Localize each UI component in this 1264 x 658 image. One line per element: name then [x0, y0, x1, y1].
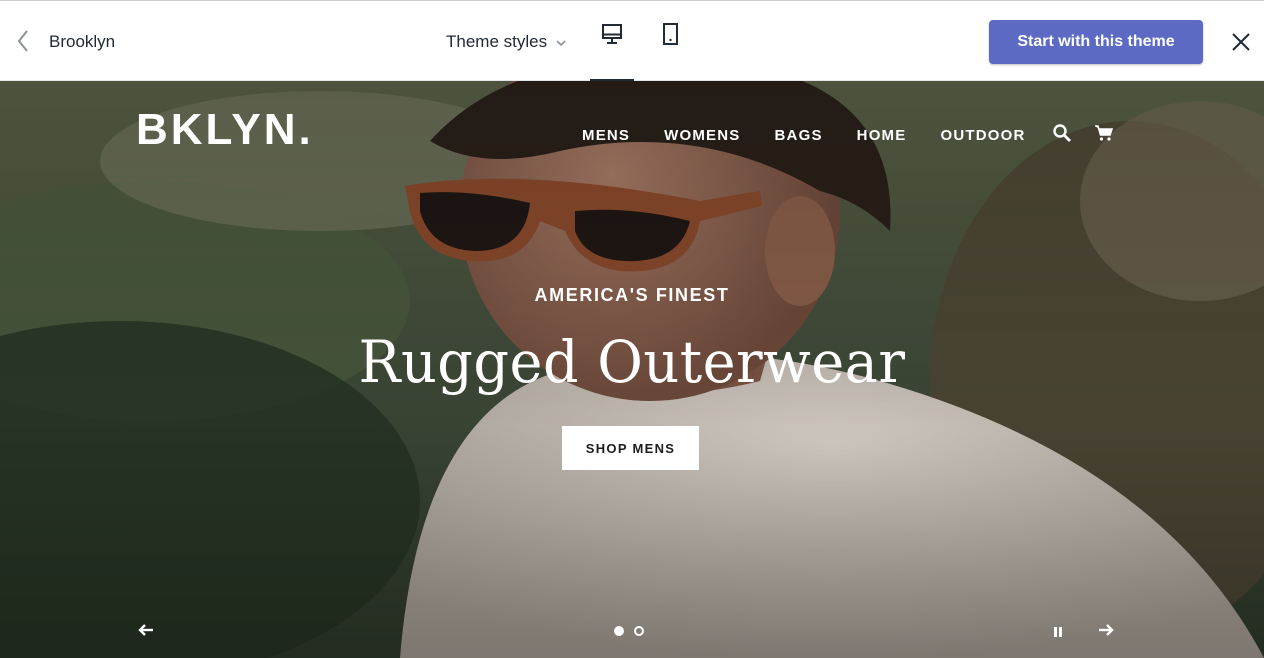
- theme-name: Brooklyn: [49, 32, 116, 51]
- hero-eyebrow: AMERICA'S FINEST: [534, 285, 730, 305]
- theme-styles-label: Theme styles: [446, 32, 548, 51]
- pause-icon: [1054, 627, 1062, 637]
- theme-styles-dropdown[interactable]: Theme styles: [446, 32, 566, 52]
- arrow-left-icon: [138, 624, 153, 636]
- close-button[interactable]: [1228, 29, 1254, 55]
- mobile-view-button[interactable]: [648, 23, 692, 81]
- chevron-left-icon: [17, 30, 28, 52]
- desktop-view-button[interactable]: [590, 23, 634, 82]
- nav-item-womens[interactable]: WOMENS: [664, 127, 740, 144]
- nav-item-mens[interactable]: MENS: [582, 127, 630, 144]
- slide-prev-button[interactable]: [138, 623, 154, 642]
- nav-item-bags[interactable]: BAGS: [775, 127, 823, 144]
- store-nav: MENS WOMENS BAGS HOME OUTDOOR: [582, 123, 1114, 148]
- close-icon: [1232, 33, 1250, 51]
- hero-headline: Rugged Outerwear: [358, 328, 906, 396]
- start-with-theme-button[interactable]: Start with this theme: [989, 20, 1203, 64]
- slide-dot-1[interactable]: [614, 626, 624, 636]
- slideshow-pause-button[interactable]: [1052, 625, 1064, 643]
- slide-dot-2[interactable]: [634, 626, 644, 636]
- desktop-icon: [602, 24, 622, 44]
- chevron-down-icon: [556, 40, 566, 47]
- theme-preview-hero: BKLYN. MENS WOMENS BAGS HOME OUTDOOR AME…: [0, 81, 1264, 658]
- shop-mens-button[interactable]: SHOP MENS: [562, 426, 699, 470]
- arrow-right-icon: [1099, 624, 1114, 636]
- store-logo[interactable]: BKLYN.: [136, 105, 314, 155]
- slide-next-button[interactable]: [1098, 623, 1114, 642]
- nav-item-outdoor[interactable]: OUTDOOR: [940, 127, 1025, 144]
- slide-indicators: [614, 626, 654, 636]
- back-button[interactable]: [12, 27, 36, 55]
- theme-preview-bar: Brooklyn Theme styles Start with this th…: [0, 0, 1264, 82]
- hero-text-block: AMERICA'S FINEST Rugged Outerwear: [0, 285, 1264, 396]
- mobile-icon: [663, 23, 678, 45]
- cart-icon[interactable]: [1094, 124, 1114, 147]
- nav-item-home[interactable]: HOME: [857, 127, 907, 144]
- search-icon[interactable]: [1052, 123, 1072, 148]
